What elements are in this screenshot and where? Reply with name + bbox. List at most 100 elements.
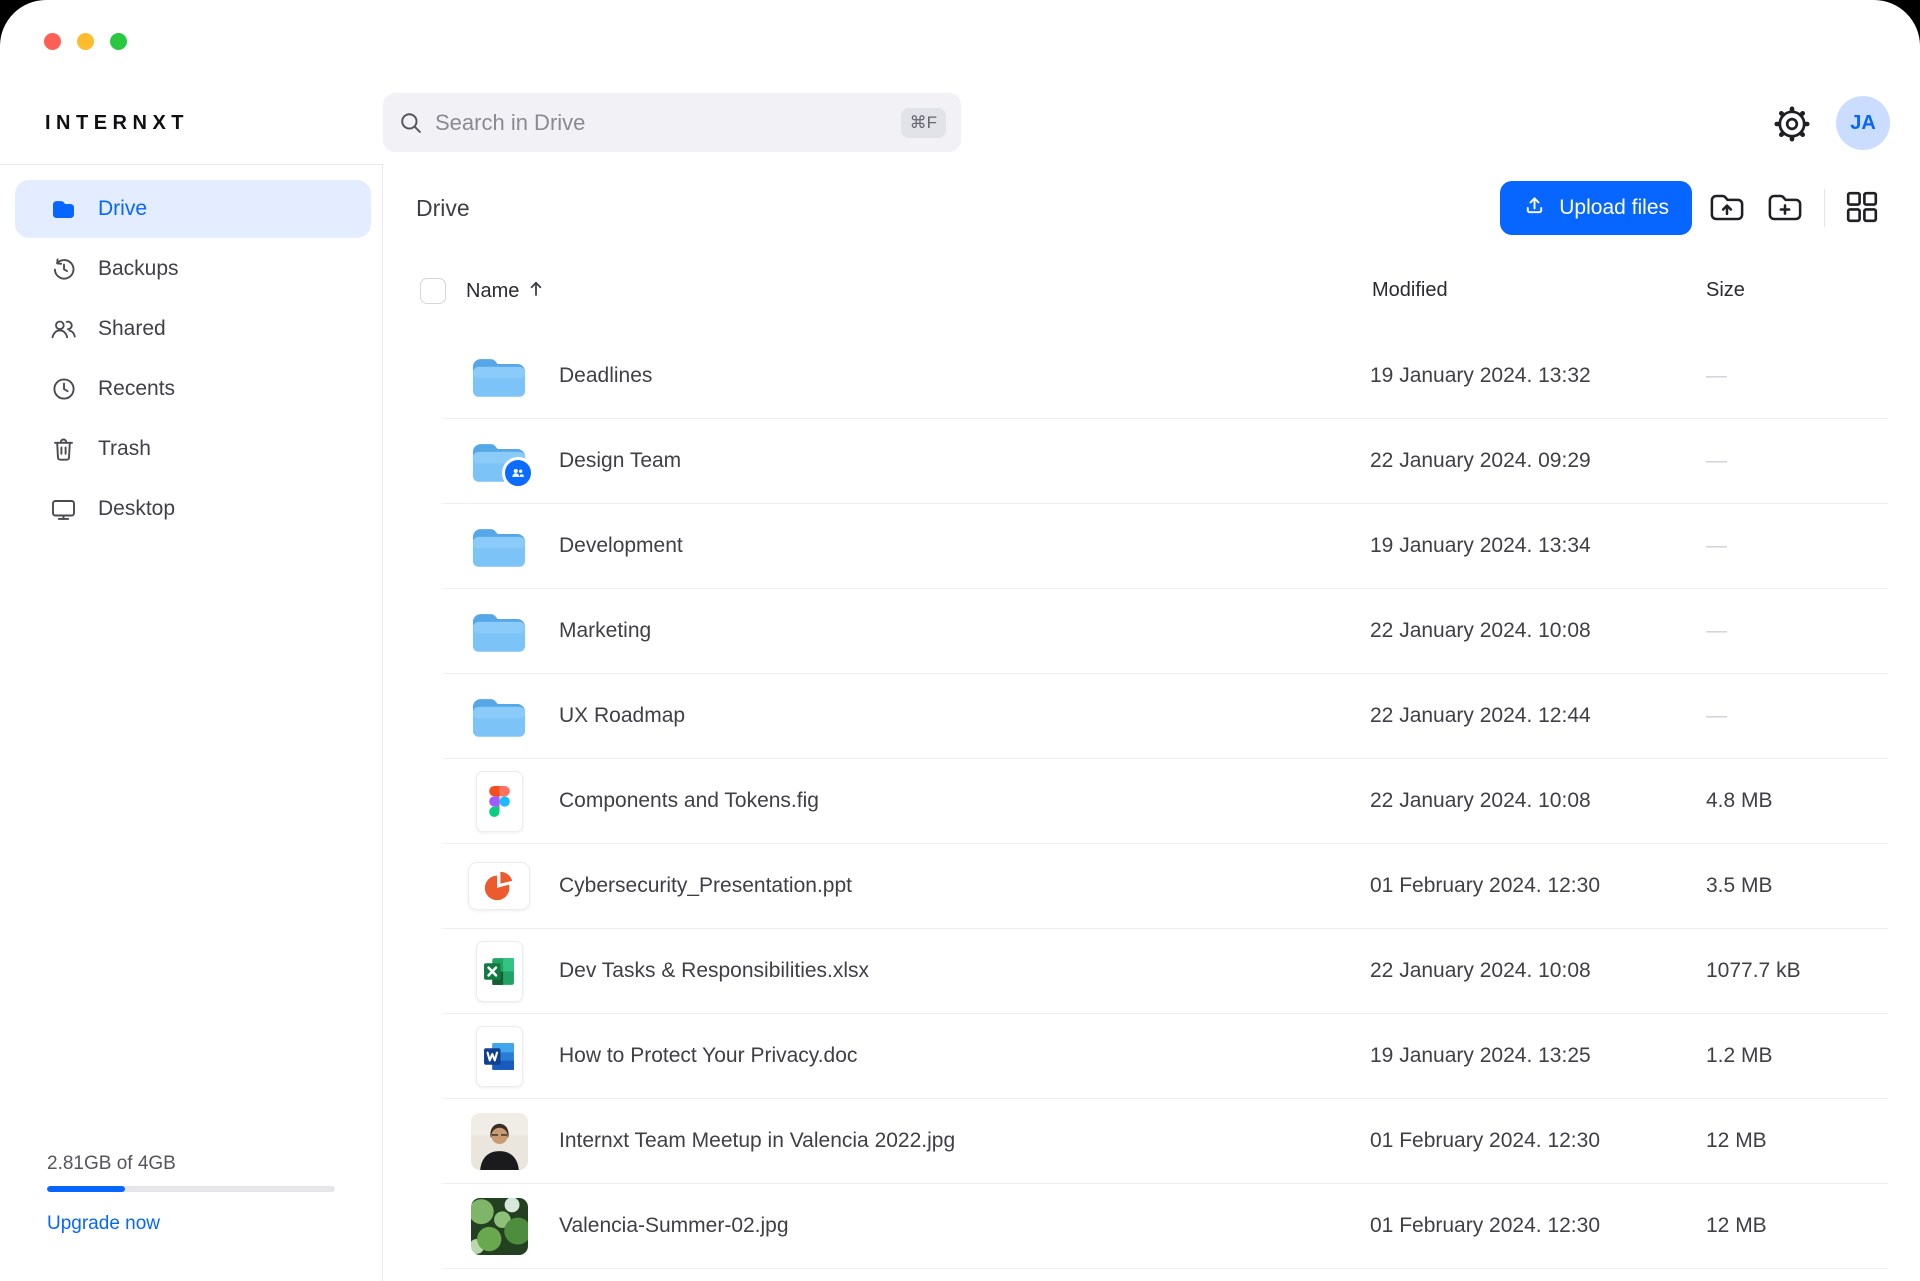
storage-usage-text: 2.81GB of 4GB <box>47 1153 335 1175</box>
sidebar-item-shared[interactable]: Shared <box>15 300 371 358</box>
word-icon <box>468 1014 530 1098</box>
close-window-button[interactable] <box>44 33 61 50</box>
upload-icon <box>1523 194 1546 223</box>
toolbar-divider <box>1824 189 1825 227</box>
file-size: 12 MB <box>1706 1099 1767 1183</box>
folder-icon <box>468 589 530 673</box>
table-row[interactable]: Development 19 January 2024. 13:34 — <box>443 504 1888 589</box>
file-size: — <box>1706 589 1727 673</box>
grid-view-icon <box>1844 189 1880 228</box>
desktop-icon <box>50 496 77 523</box>
select-all-checkbox[interactable] <box>420 278 446 304</box>
file-name: UX Roadmap <box>559 674 685 758</box>
upload-folder-button[interactable] <box>1704 185 1750 231</box>
upload-files-label: Upload files <box>1559 196 1669 220</box>
table-row[interactable]: How to Protect Your Privacy.doc19 Januar… <box>443 1014 1888 1099</box>
sidebar-item-label: Drive <box>98 197 147 221</box>
sidebar-item-recents[interactable]: Recents <box>15 360 371 418</box>
zoom-window-button[interactable] <box>110 33 127 50</box>
upload-files-button[interactable]: Upload files <box>1500 181 1692 235</box>
page-title: Drive <box>416 195 470 222</box>
file-name: Development <box>559 504 683 588</box>
file-name: Marketing <box>559 589 651 673</box>
search-shortcut-badge: ⌘F <box>901 108 946 138</box>
table-row[interactable]: Cybersecurity_Presentation.ppt 01 Februar… <box>443 844 1888 929</box>
column-header-size[interactable]: Size <box>1706 279 1745 302</box>
powerpoint-icon <box>468 844 530 928</box>
file-name: Internxt Team Meetup in Valencia 2022.jp… <box>559 1099 955 1183</box>
sidebar: Drive BackupsShared Recents Trash Desktop 2.… <box>0 164 383 1281</box>
window-controls <box>44 33 127 50</box>
file-size: 1077.7 kB <box>1706 929 1801 1013</box>
table-row[interactable]: Marketing 22 January 2024. 10:08 — <box>443 589 1888 674</box>
app-window: INTERNXT Search in Drive ⌘F JA Drive <box>0 0 1920 1281</box>
folder-icon <box>468 674 530 758</box>
column-header-modified[interactable]: Modified <box>1372 279 1448 302</box>
file-modified-date: 22 January 2024. 10:08 <box>1370 929 1591 1013</box>
history-icon <box>50 256 77 283</box>
image-portrait-icon <box>468 1099 530 1183</box>
grid-view-button[interactable] <box>1839 185 1885 231</box>
file-size: — <box>1706 419 1727 503</box>
file-size: — <box>1706 674 1727 758</box>
avatar[interactable]: JA <box>1836 96 1890 150</box>
folder-plus-icon <box>1766 190 1804 227</box>
sort-ascending-icon <box>528 279 544 304</box>
file-modified-date: 22 January 2024. 10:08 <box>1370 589 1591 673</box>
clock-icon <box>50 376 77 403</box>
table-row[interactable]: Valencia-Summer-02.jpg01 February 2024. … <box>443 1184 1888 1269</box>
file-name: Valencia-Summer-02.jpg <box>559 1184 789 1268</box>
internxt-logo: INTERNXT <box>45 112 189 135</box>
gear-icon <box>1771 103 1813 148</box>
sidebar-item-backups[interactable]: Backups <box>15 240 371 298</box>
file-name: Design Team <box>559 419 681 503</box>
figma-icon <box>468 759 530 843</box>
storage-widget: 2.81GB of 4GB Upgrade now <box>47 1153 335 1235</box>
storage-progress-bar <box>47 1186 335 1192</box>
file-modified-date: 19 January 2024. 13:34 <box>1370 504 1591 588</box>
minimize-window-button[interactable] <box>77 33 94 50</box>
sidebar-item-label: Desktop <box>98 497 175 521</box>
table-header: Name Modified Size <box>383 259 1920 334</box>
new-folder-button[interactable] <box>1762 185 1808 231</box>
table-row[interactable]: Internxt Team Meetup in Valencia 2022.jp… <box>443 1099 1888 1184</box>
file-modified-date: 22 January 2024. 10:08 <box>1370 759 1591 843</box>
file-modified-date: 01 February 2024. 12:30 <box>1370 844 1600 928</box>
settings-button[interactable] <box>1768 101 1816 149</box>
upgrade-now-link[interactable]: Upgrade now <box>47 1213 335 1235</box>
file-modified-date: 22 January 2024. 09:29 <box>1370 419 1591 503</box>
table-row[interactable]: Deadlines19 January 2024. 13:32— <box>443 334 1888 419</box>
file-size: 1.2 MB <box>1706 1014 1773 1098</box>
toolbar: Upload files <box>1500 181 1885 235</box>
file-size: 4.8 MB <box>1706 759 1773 843</box>
trash-icon <box>50 436 77 463</box>
column-header-name[interactable]: Name <box>466 279 544 304</box>
sidebar-item-trash[interactable]: Trash <box>15 420 371 478</box>
file-name: Cybersecurity_Presentation.ppt <box>559 844 852 928</box>
file-list: Deadlines19 January 2024. 13:32—Design T… <box>443 334 1888 1269</box>
file-name: How to Protect Your Privacy.doc <box>559 1014 857 1098</box>
table-row[interactable]: UX Roadmap 22 January 2024. 12:44 — <box>443 674 1888 759</box>
file-size: — <box>1706 334 1727 418</box>
file-size: — <box>1706 504 1727 588</box>
file-modified-date: 01 February 2024. 12:30 <box>1370 1099 1600 1183</box>
file-modified-date: 22 January 2024. 12:44 <box>1370 674 1591 758</box>
folder-icon <box>468 334 530 418</box>
name-column-label: Name <box>466 280 519 303</box>
folder-icon <box>468 419 530 503</box>
file-name: Deadlines <box>559 334 652 418</box>
file-size: 3.5 MB <box>1706 844 1773 928</box>
sidebar-item-label: Trash <box>98 437 151 461</box>
table-row[interactable]: Dev Tasks & Responsibilities.xlsx22 Janu… <box>443 929 1888 1014</box>
image-foliage-icon <box>468 1184 530 1268</box>
folder-upload-icon <box>1708 190 1746 227</box>
shared-badge <box>502 457 534 489</box>
table-row[interactable]: Design Team 22 January 2024. 09:29 — <box>443 419 1888 504</box>
sidebar-item-desktop[interactable]: Desktop <box>15 480 371 538</box>
sidebar-item-drive[interactable]: Drive <box>15 180 371 238</box>
search-input[interactable]: Search in Drive ⌘F <box>383 93 961 152</box>
search-icon <box>398 110 424 136</box>
table-row[interactable]: Components and Tokens.fig22 January 2024… <box>443 759 1888 844</box>
sidebar-item-label: Recents <box>98 377 175 401</box>
storage-progress-fill <box>47 1186 125 1192</box>
